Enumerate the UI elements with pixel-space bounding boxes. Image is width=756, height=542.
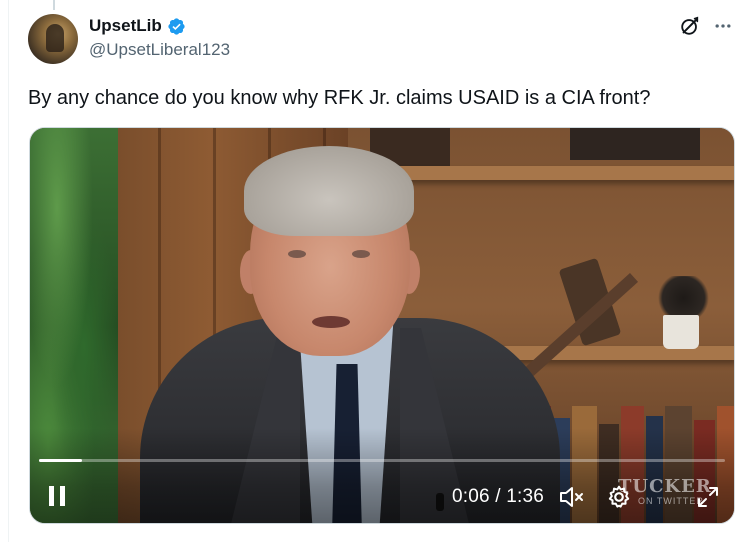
more-icon[interactable] — [713, 16, 733, 36]
author-display-name[interactable]: UpsetLib — [89, 16, 162, 36]
verified-badge-icon — [168, 17, 185, 35]
fullscreen-icon[interactable] — [696, 485, 720, 509]
video-player[interactable]: 0:06 / 1:36 TUCKER ON TWITTER — [29, 127, 735, 524]
tucker-watermark-sub: ON TWITTER — [638, 496, 704, 506]
shelf-plant — [656, 276, 711, 320]
avatar[interactable] — [28, 14, 78, 64]
avatar-figure — [46, 24, 64, 52]
author-name-row[interactable]: UpsetLib — [89, 16, 186, 36]
author-handle[interactable]: @UpsetLiberal123 — [89, 40, 230, 60]
volume-muted-icon[interactable] — [558, 484, 586, 510]
thread-connector-line — [53, 0, 55, 10]
grok-icon[interactable] — [679, 15, 701, 37]
shelf-pot — [663, 315, 699, 349]
video-progress-fill — [39, 459, 82, 462]
video-time-display: 0:06 / 1:36 — [452, 486, 544, 507]
pause-icon[interactable] — [46, 484, 68, 508]
post-text: By any chance do you know why RFK Jr. cl… — [28, 87, 651, 109]
timeline-border — [8, 0, 9, 542]
video-progress-bar[interactable] — [39, 459, 725, 462]
